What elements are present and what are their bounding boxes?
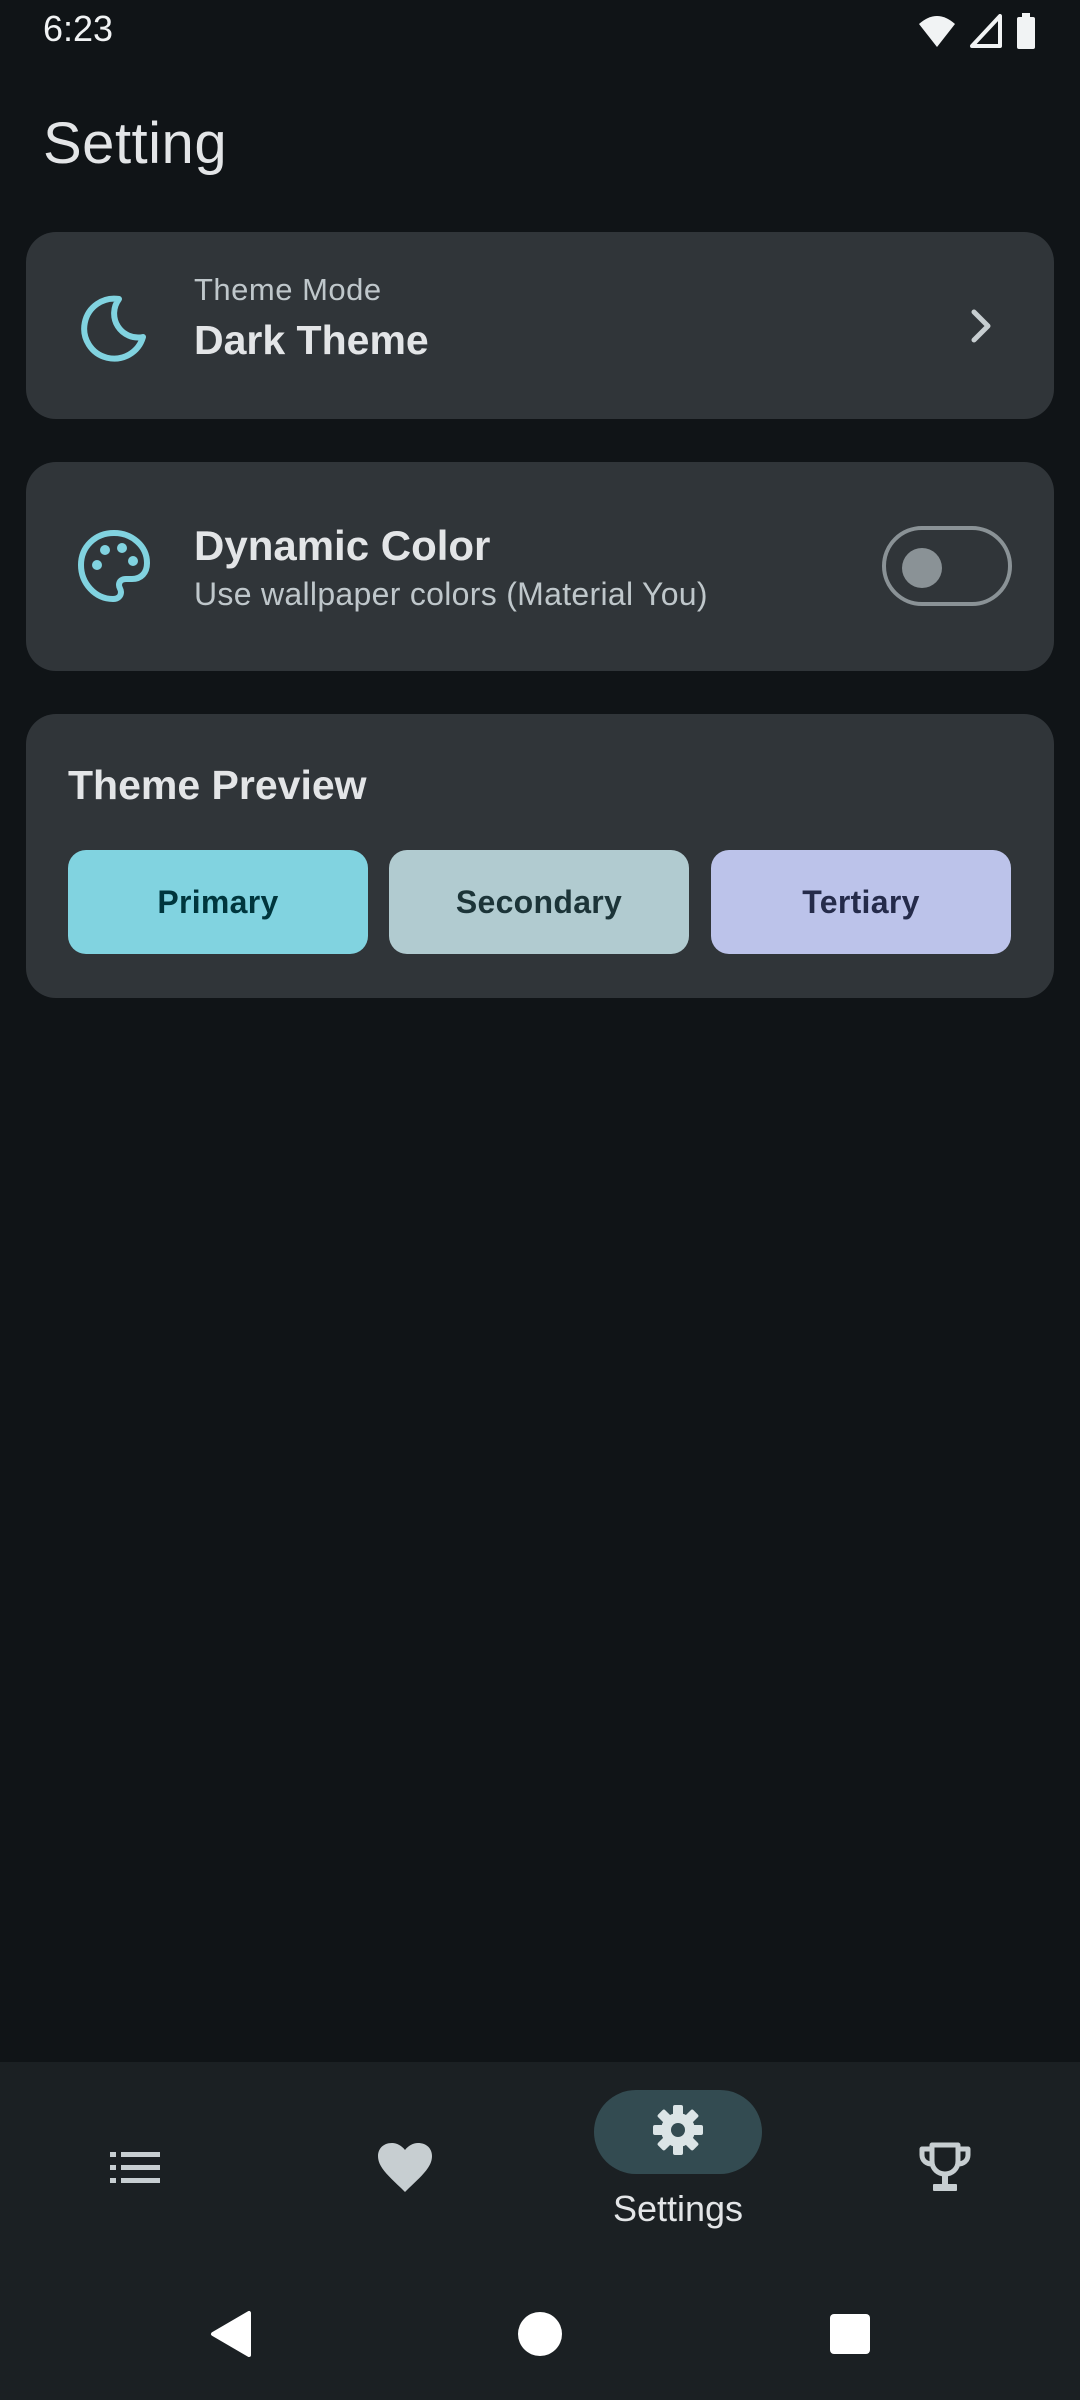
recents-icon: [829, 2313, 871, 2360]
nav-item-settings[interactable]: Settings: [540, 2062, 810, 2272]
nav-item-favorites[interactable]: [270, 2062, 540, 2272]
dynamic-color-title: Dynamic Color: [194, 522, 491, 569]
tertiary-swatch: Tertiary: [711, 850, 1011, 954]
nav-label-settings: Settings: [612, 2188, 744, 2229]
theme-mode-label: Theme Mode: [194, 272, 382, 307]
system-navigation: [0, 2272, 1080, 2400]
back-button[interactable]: [190, 2272, 270, 2400]
theme-mode-card[interactable]: Theme Mode Dark Theme: [26, 232, 1054, 419]
status-time: 6:23: [43, 8, 114, 49]
secondary-swatch: Secondary: [389, 850, 689, 954]
home-icon: [517, 2311, 563, 2362]
theme-preview-title: Theme Preview: [68, 762, 367, 808]
page-title: Setting: [43, 111, 228, 176]
battery-icon: [1016, 13, 1036, 49]
status-icons: [918, 12, 1036, 50]
wifi-icon: [918, 14, 956, 48]
status-bar: 6:23: [0, 0, 1080, 62]
chevron-right-icon: [962, 304, 1002, 348]
nav-item-trophy[interactable]: [810, 2062, 1080, 2272]
palette-icon: [74, 526, 154, 606]
heart-icon: [373, 2136, 437, 2200]
theme-mode-value: Dark Theme: [194, 317, 429, 363]
moon-icon: [74, 288, 154, 368]
nav-item-list[interactable]: [0, 2062, 270, 2272]
nav-active-indicator: [594, 2090, 762, 2174]
toggle-thumb: [902, 548, 942, 588]
gear-icon: [652, 2104, 704, 2161]
signal-icon: [970, 14, 1002, 48]
primary-swatch: Primary: [68, 850, 368, 954]
dynamic-color-card: Dynamic Color Use wallpaper colors (Mate…: [26, 462, 1054, 671]
back-icon: [207, 2309, 253, 2364]
trophy-icon: [913, 2136, 977, 2200]
recents-button[interactable]: [810, 2272, 890, 2400]
home-button[interactable]: [500, 2272, 580, 2400]
list-icon: [103, 2136, 167, 2200]
theme-preview-card: Theme Preview Primary Secondary Tertiary: [26, 714, 1054, 998]
dynamic-color-subtitle: Use wallpaper colors (Material You): [194, 576, 708, 612]
dynamic-color-toggle[interactable]: [882, 526, 1012, 606]
